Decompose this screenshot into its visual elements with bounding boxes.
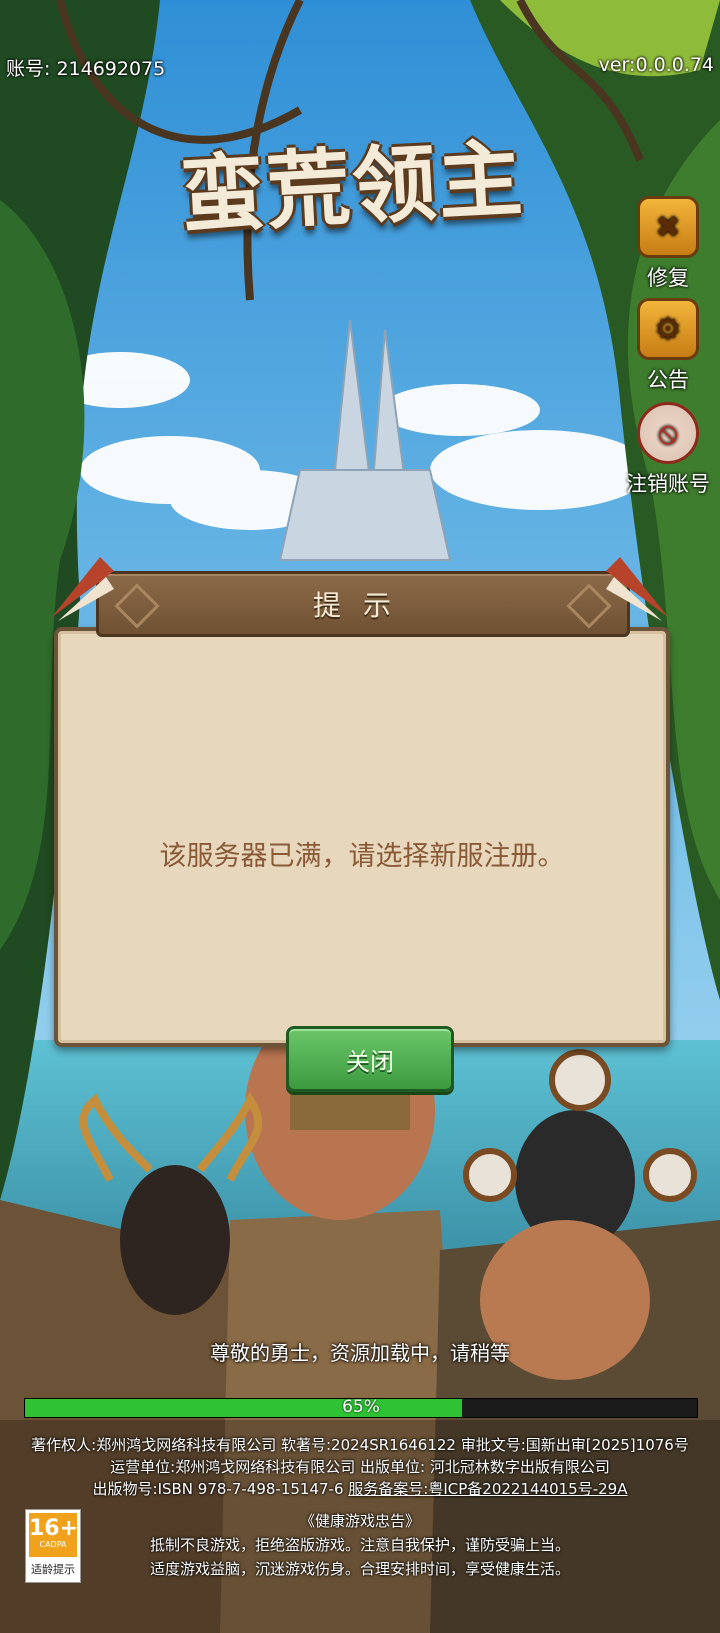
account-id-label: 账号: 214692075 bbox=[6, 58, 166, 80]
health-advice-title: 《健康游戏忠告》 bbox=[299, 1512, 420, 1530]
dialog-body: 该服务器已满，请选择新服注册。 关闭 bbox=[54, 627, 670, 1092]
prohibited-icon: ⦸ bbox=[637, 402, 699, 464]
progress-percent: 65% bbox=[342, 1397, 380, 1417]
delete-account-label: 注销账号 bbox=[626, 472, 710, 496]
age-rating-number: 16+ bbox=[29, 1513, 78, 1557]
dialog-message: 该服务器已满，请选择新服注册。 bbox=[159, 841, 565, 872]
copyright-line: 著作权人:郑州鸿戈网络科技有限公司 软著号:2024SR1646122 审批文号… bbox=[31, 1436, 689, 1454]
close-button-label: 关闭 bbox=[346, 1047, 394, 1076]
icp-link[interactable]: 服务备案号:粤ICP备2022144015号-29A bbox=[348, 1480, 627, 1498]
loading-message: 尊敬的勇士，资源加载中，请稍等 bbox=[210, 1341, 510, 1365]
close-button[interactable]: 关闭 bbox=[286, 1026, 454, 1092]
loading-progress-bar: 65% bbox=[24, 1397, 698, 1418]
game-logo: 蛮荒领主 bbox=[177, 128, 527, 246]
age-rating-org: CADPA bbox=[39, 1540, 67, 1549]
version-label: ver:0.0.0.74 bbox=[598, 54, 714, 76]
wrench-icon: ✖ bbox=[637, 196, 699, 258]
operator-line: 运营单位:郑州鸿戈网络科技有限公司 出版单位: 河北冠林数字出版有限公司 bbox=[110, 1458, 610, 1476]
repair-button[interactable]: ✖ 修复 bbox=[616, 196, 720, 292]
age-rating-label: 适龄提示 bbox=[31, 1563, 75, 1576]
dialog-title: 提示 bbox=[312, 589, 413, 622]
notice-button[interactable]: ⚙ 公告 bbox=[616, 298, 720, 394]
health-advice-line1: 抵制不良游戏，拒绝盗版游戏。注意自我保护，谨防受骗上当。 bbox=[149, 1536, 570, 1554]
notice-label: 公告 bbox=[647, 368, 689, 392]
delete-account-button[interactable]: ⦸ 注销账号 bbox=[616, 402, 720, 498]
dialog-header: 提示 bbox=[96, 571, 630, 637]
notice-board-icon: ⚙ bbox=[637, 298, 699, 360]
isbn-text: 出版物号:ISBN 978-7-498-15147-6 bbox=[92, 1480, 349, 1498]
feather-left-icon bbox=[52, 557, 114, 621]
repair-label: 修复 bbox=[647, 266, 689, 290]
age-rating-badge[interactable]: 16+ CADPA 适龄提示 bbox=[25, 1509, 81, 1583]
publication-line: 出版物号:ISBN 978-7-498-15147-6 服务备案号:粤ICP备2… bbox=[0, 1478, 720, 1499]
notice-dialog: 该服务器已满，请选择新服注册。 关闭 提示 bbox=[50, 557, 670, 1092]
health-advice-line2: 适度游戏益脑，沉迷游戏伤身。合理安排时间，享受健康生活。 bbox=[149, 1560, 570, 1578]
feather-right-icon bbox=[606, 557, 668, 621]
